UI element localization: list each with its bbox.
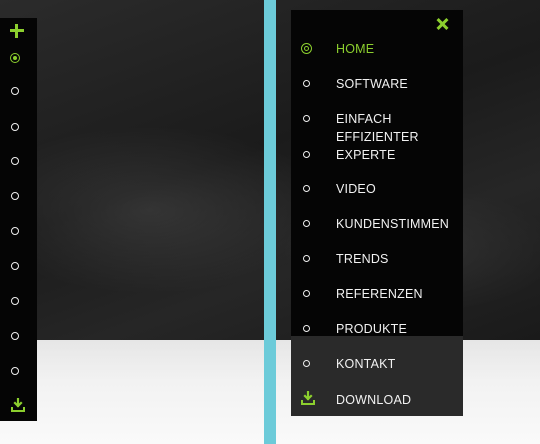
nav-dot-referenzen[interactable]	[11, 262, 19, 270]
menu-item-marker-icon	[303, 255, 310, 262]
menu-item-label: PRODUKTE	[336, 322, 408, 336]
menu-item-kontakt[interactable]: KONTAKT	[291, 355, 463, 373]
menu-item-marker-icon	[303, 80, 310, 87]
menu-item-home[interactable]: HOME	[291, 40, 463, 58]
menu-item-marker-icon	[303, 185, 310, 192]
nav-dot-software[interactable]	[11, 87, 19, 95]
close-icon[interactable]	[436, 18, 448, 30]
expanded-nav-panel: HOME SOFTWARE EINFACH EFFIZIENTER EXPERT…	[291, 10, 463, 416]
nav-dot-produkte[interactable]	[11, 297, 19, 305]
menu-item-label: EINFACH EFFIZIENTER EXPERTE	[336, 112, 419, 162]
menu-item-einfach-effizienter-experte[interactable]: EINFACH EFFIZIENTER EXPERTE	[291, 110, 463, 164]
menu-item-marker-icon	[303, 290, 310, 297]
menu-item-marker-icon	[303, 220, 310, 227]
nav-dot-kontakt[interactable]	[11, 367, 19, 375]
menu-item-label: HOME	[336, 42, 375, 56]
nav-dot-einfach-effizienter-experte[interactable]	[11, 123, 19, 131]
divider-bar	[264, 0, 276, 444]
menu-item-trends[interactable]: TRENDS	[291, 250, 463, 268]
menu-item-label: KONTAKT	[336, 357, 396, 371]
nav-dot-video[interactable]	[11, 157, 19, 165]
plus-icon[interactable]	[10, 24, 24, 38]
collapsed-nav-rail	[0, 18, 37, 421]
menu-item-label: REFERENZEN	[336, 287, 423, 301]
menu-item-video[interactable]: VIDEO	[291, 180, 463, 198]
nav-dot-home[interactable]	[10, 53, 20, 63]
menu-item-label: KUNDENSTIMMEN	[336, 217, 450, 231]
menu-item-marker-icon	[301, 43, 312, 54]
menu-item-label: DOWNLOAD	[336, 393, 412, 407]
menu-item-marker-icon	[303, 151, 310, 158]
menu-item-referenzen[interactable]: REFERENZEN	[291, 285, 463, 303]
nav-dot-trends[interactable]	[11, 227, 19, 235]
nav-dot-kontakt-a[interactable]	[11, 332, 19, 340]
download-icon	[301, 391, 315, 405]
download-icon[interactable]	[11, 398, 25, 412]
menu-item-marker-icon	[303, 115, 310, 122]
menu-item-marker-icon	[303, 325, 310, 332]
menu-item-label: VIDEO	[336, 182, 376, 196]
menu-item-label: TRENDS	[336, 252, 389, 266]
menu-item-marker-icon	[303, 360, 310, 367]
nav-dot-kundenstimmen[interactable]	[11, 192, 19, 200]
menu-item-produkte[interactable]: PRODUKTE	[291, 320, 463, 338]
menu-item-kundenstimmen[interactable]: KUNDENSTIMMEN	[291, 215, 463, 233]
menu-item-label: SOFTWARE	[336, 77, 408, 91]
menu-item-software[interactable]: SOFTWARE	[291, 75, 463, 93]
menu-item-download[interactable]: DOWNLOAD	[291, 391, 463, 409]
